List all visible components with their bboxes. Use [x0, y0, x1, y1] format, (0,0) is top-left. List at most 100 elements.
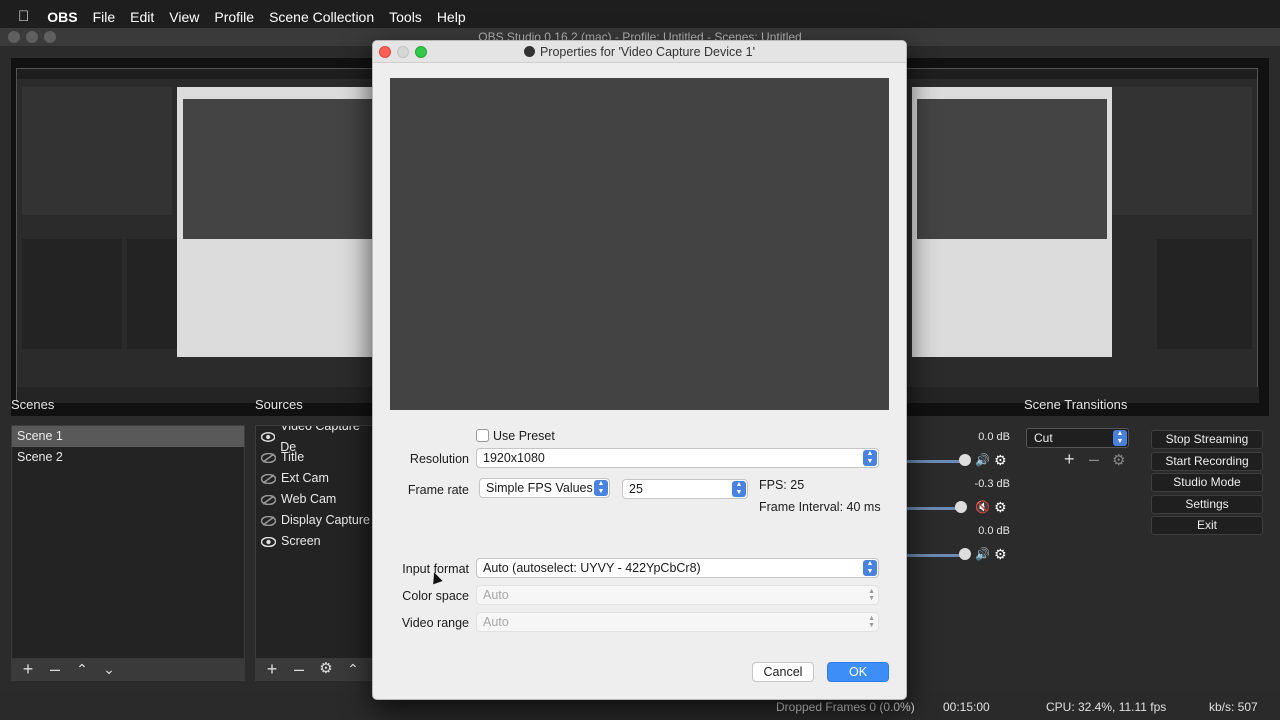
resolution-label: Resolution	[409, 452, 469, 466]
select-arrows-icon: ▲ ▼	[594, 480, 608, 496]
volume-slider-handle[interactable]	[955, 501, 967, 513]
stream-time-text: 00:15:00	[943, 700, 990, 714]
menu-view[interactable]: View	[169, 9, 199, 25]
start-recording-button[interactable]: Start Recording	[1151, 452, 1263, 471]
select-arrows-icon: ▲ ▼	[863, 450, 877, 466]
apple-icon[interactable]: 	[18, 8, 29, 25]
menu-help[interactable]: Help	[437, 9, 466, 25]
dialog-titlebar: Properties for 'Video Capture Device 1'	[373, 41, 906, 63]
eye-icon[interactable]	[261, 536, 276, 547]
properties-dialog: Properties for 'Video Capture Device 1' …	[372, 40, 907, 700]
menu-file[interactable]: File	[93, 9, 116, 25]
transition-select[interactable]: Cut ▲ ▼	[1026, 428, 1129, 448]
bitrate-text: kb/s: 507	[1209, 700, 1258, 714]
add-scene-button[interactable]: +	[19, 660, 37, 678]
remove-source-button[interactable]: –	[290, 660, 308, 678]
dialog-close-button[interactable]	[379, 46, 391, 58]
color-space-label: Color space	[402, 589, 469, 603]
ok-button[interactable]: OK	[827, 662, 889, 682]
select-arrows-icon: ▲ ▼	[1113, 430, 1127, 446]
eye-hidden-icon[interactable]	[261, 494, 276, 505]
add-transition-button[interactable]: +	[1064, 449, 1075, 470]
eye-icon[interactable]	[261, 431, 276, 442]
move-scene-down-button[interactable]: ⌄	[100, 660, 118, 678]
dialog-title: Properties for 'Video Capture Device 1'	[539, 45, 756, 59]
menu-profile[interactable]: Profile	[214, 9, 254, 25]
volume-slider[interactable]	[907, 554, 967, 557]
exit-button[interactable]: Exit	[1151, 516, 1263, 535]
menu-app[interactable]: OBS	[47, 9, 77, 25]
mixer-db-level: 0.0 dB	[978, 431, 1010, 443]
color-space-select[interactable]: Auto ▲ ▼	[476, 585, 879, 605]
mixer-db-level: -0.3 dB	[974, 478, 1010, 490]
settings-button[interactable]: Settings	[1151, 495, 1263, 514]
scene-transitions-title: Scene Transitions	[1024, 397, 1128, 412]
select-arrows-icon: ▲ ▼	[863, 560, 877, 576]
volume-slider-handle[interactable]	[959, 548, 971, 560]
use-preset-checkbox[interactable]	[476, 429, 489, 442]
sources-title: Sources	[255, 397, 303, 412]
source-item[interactable]: Video Capture De	[256, 426, 374, 454]
remove-scene-button[interactable]: –	[46, 660, 64, 678]
scenes-toolbar: + – ⌃ ⌄	[11, 658, 245, 680]
source-properties-gear-icon[interactable]: ⚙	[317, 660, 335, 678]
eye-hidden-icon[interactable]	[261, 515, 276, 526]
stop-streaming-button[interactable]: Stop Streaming	[1151, 430, 1263, 449]
source-item[interactable]: Display Capture	[256, 510, 374, 531]
input-format-select[interactable]: Auto (autoselect: UYVY - 422YpCbCr8) ▲ ▼	[476, 558, 879, 578]
volume-slider[interactable]	[907, 460, 967, 463]
zoom-window-button[interactable]	[44, 31, 56, 43]
obs-logo-icon	[523, 46, 535, 57]
menu-edit[interactable]: Edit	[130, 9, 154, 25]
frame-rate-mode-select[interactable]: Simple FPS Values ▲ ▼	[479, 478, 610, 498]
mixer-gear-icon[interactable]: ⚙	[994, 452, 1007, 469]
sources-list[interactable]: Video Capture De Title Ext Cam Web Cam D…	[255, 425, 375, 681]
studio-mode-button[interactable]: Studio Mode	[1151, 473, 1263, 492]
scenes-title: Scenes	[11, 397, 55, 412]
dropped-frames-text: Dropped Frames 0 (0.0%)	[776, 700, 915, 714]
scene-item[interactable]: Scene 1	[12, 426, 244, 447]
resolution-select[interactable]: 1920x1080 ▲ ▼	[476, 448, 879, 468]
remove-transition-button[interactable]: –	[1089, 449, 1099, 470]
video-range-select[interactable]: Auto ▲ ▼	[476, 612, 879, 632]
menu-scene-collection[interactable]: Scene Collection	[269, 9, 374, 25]
frame-interval-text: Frame Interval: 40 ms	[759, 500, 881, 514]
dialog-zoom-button[interactable]	[415, 46, 427, 58]
scene-item[interactable]: Scene 2	[12, 447, 244, 468]
cpu-usage-text: CPU: 32.4%, 11.11 fps	[1046, 700, 1167, 714]
close-window-button[interactable]	[8, 31, 20, 43]
volume-slider[interactable]	[907, 507, 962, 510]
fps-text: FPS: 25	[759, 478, 805, 492]
select-arrows-icon: ▲ ▼	[732, 481, 746, 497]
source-preview	[390, 78, 889, 410]
eye-hidden-icon[interactable]	[261, 452, 276, 463]
source-item[interactable]: Screen	[256, 531, 374, 552]
dialog-minimize-button[interactable]	[397, 46, 409, 58]
muted-speaker-icon[interactable]: 🔇	[975, 500, 990, 514]
mixer-db-level: 0.0 dB	[978, 525, 1010, 537]
transition-gear-icon[interactable]: ⚙	[1112, 451, 1125, 469]
frame-rate-value-select[interactable]: 25 ▲ ▼	[622, 479, 748, 499]
source-item[interactable]: Ext Cam	[256, 468, 374, 489]
speaker-icon[interactable]: 🔊	[975, 453, 990, 467]
eye-hidden-icon[interactable]	[261, 473, 276, 484]
frame-rate-label: Frame rate	[407, 483, 469, 497]
move-source-up-button[interactable]: ⌃	[344, 660, 362, 678]
input-format-label: Input format	[402, 562, 469, 576]
scenes-list[interactable]: Scene 1 Scene 2	[11, 425, 245, 681]
menu-tools[interactable]: Tools	[389, 9, 422, 25]
video-range-label: Video range	[401, 616, 469, 630]
select-arrows-icon: ▲ ▼	[868, 588, 875, 602]
mixer-gear-icon[interactable]: ⚙	[994, 546, 1007, 563]
sources-toolbar: + – ⚙ ⌃	[255, 658, 375, 680]
volume-slider-handle[interactable]	[959, 454, 971, 466]
add-source-button[interactable]: +	[263, 660, 281, 678]
source-item[interactable]: Web Cam	[256, 489, 374, 510]
move-scene-up-button[interactable]: ⌃	[73, 660, 91, 678]
minimize-window-button[interactable]	[26, 31, 38, 43]
cancel-button[interactable]: Cancel	[752, 662, 814, 682]
select-arrows-icon: ▲ ▼	[868, 615, 875, 629]
speaker-icon[interactable]: 🔊	[975, 547, 990, 561]
mixer-gear-icon[interactable]: ⚙	[994, 499, 1007, 516]
use-preset-label: Use Preset	[493, 429, 555, 443]
